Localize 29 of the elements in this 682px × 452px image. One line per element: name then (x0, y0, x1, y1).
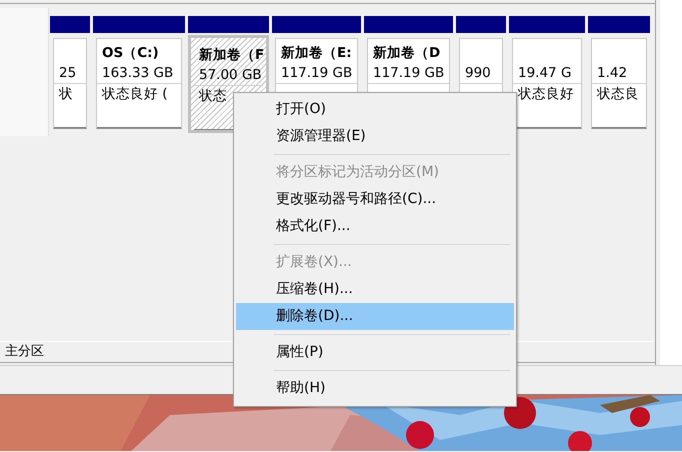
partition-block[interactable]: 19.47 G 状态良好 (512, 38, 582, 129)
volume-status: 状态良 (592, 83, 646, 128)
volume-size: 19.47 G (517, 64, 572, 83)
volume-status: 状 (54, 83, 86, 128)
partition-header (50, 16, 90, 33)
menu-item[interactable]: 更改驱动器号和路径(C)... (236, 186, 514, 213)
volume-size: 25 (58, 64, 78, 83)
partition-header (588, 16, 650, 33)
partition-header (456, 16, 506, 33)
menu-item[interactable]: 格式化(F)... (236, 213, 514, 240)
volume-name: 新加卷（F (198, 46, 263, 65)
volume-size: 990 (464, 64, 492, 83)
menu-item[interactable]: 删除卷(D)... (236, 303, 514, 330)
volume-size: 163.33 GB (101, 64, 174, 83)
menu-item[interactable]: 压缩卷(H)... (236, 276, 514, 303)
partition-block[interactable]: OS（C:) 163.33 GB 状态良好 ( (96, 38, 182, 129)
volume-name: OS（C:) (101, 44, 160, 63)
volume-name: 新加卷（D (372, 44, 442, 63)
volume-status: 状态良好 ( (97, 83, 181, 128)
volume-size: 117.19 GB (280, 64, 354, 83)
partition-block[interactable]: 1.42 状态良 (591, 38, 647, 129)
volume-name: 新加卷（E: (280, 44, 353, 63)
volume-size: 117.19 GB (372, 64, 446, 83)
volume-size: 1.42 (596, 64, 628, 83)
menu-item[interactable]: 属性(P) (236, 339, 514, 366)
partition-block[interactable]: 25 状 (53, 38, 87, 129)
menu-item[interactable]: 帮助(H) (236, 375, 514, 402)
legend-label: 主分区 (5, 344, 44, 359)
volume-size: 57.00 GB (198, 66, 263, 85)
